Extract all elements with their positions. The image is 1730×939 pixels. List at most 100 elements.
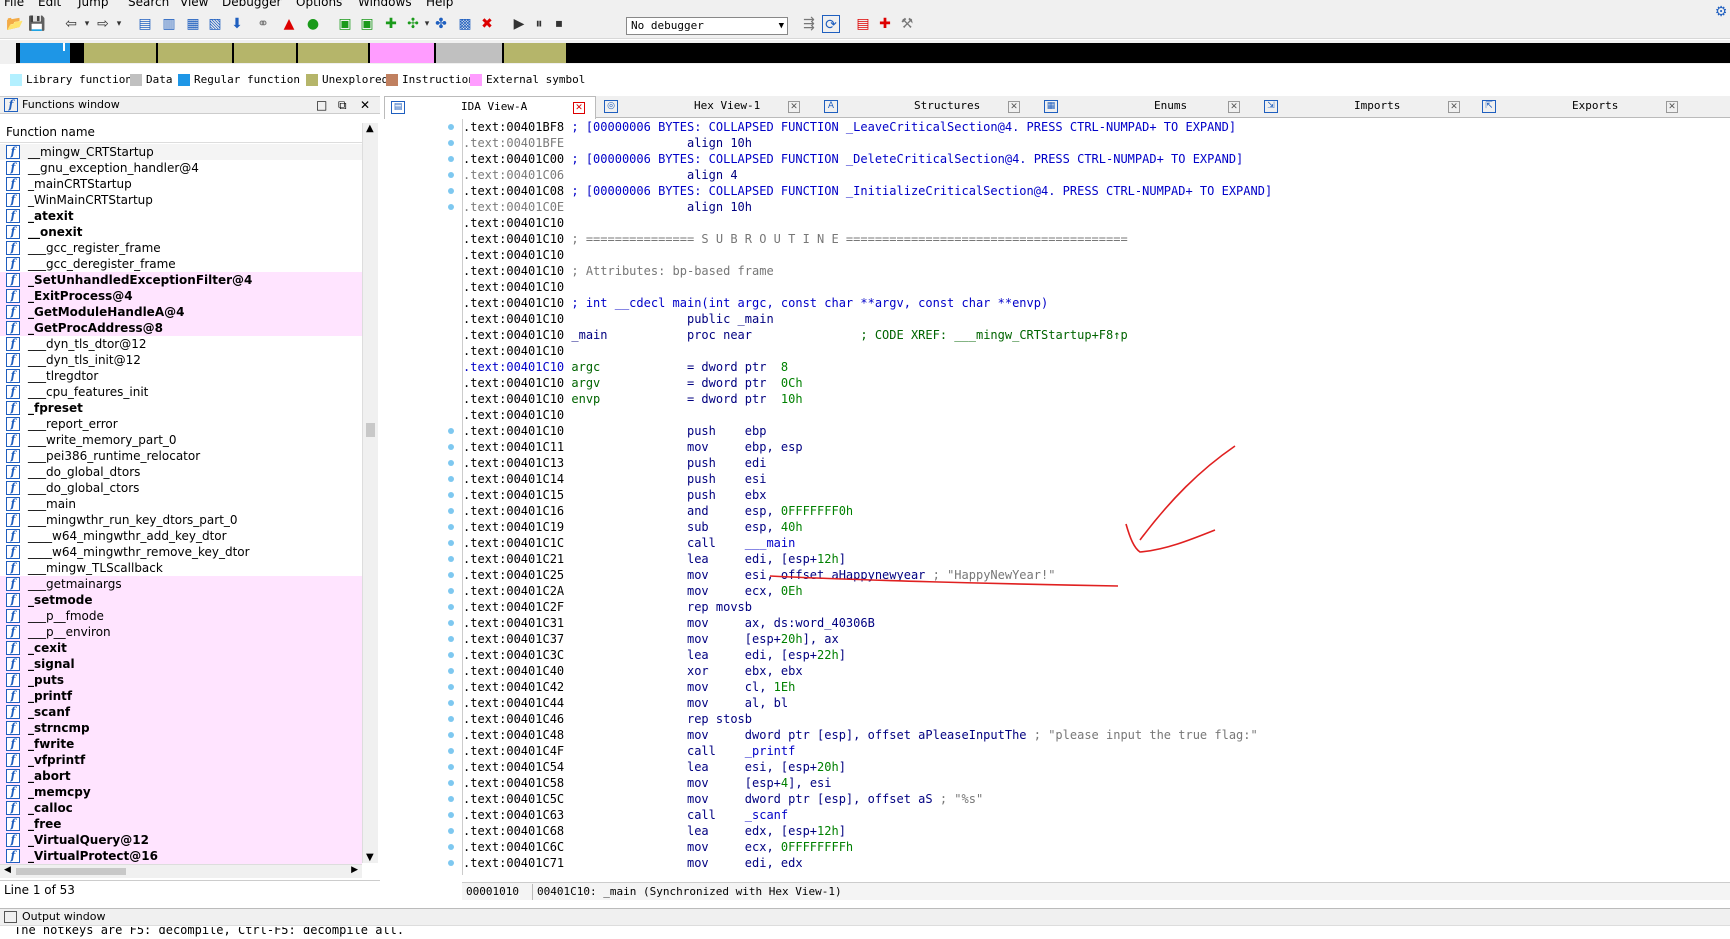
script-icon[interactable]: ▩ bbox=[456, 15, 474, 33]
close-icon[interactable]: ✕ bbox=[1666, 101, 1678, 113]
listing-line[interactable]: .text:00401C1C call ___main bbox=[463, 535, 1730, 551]
run-icon[interactable]: ● bbox=[304, 15, 322, 33]
listing-line[interactable]: .text:00401C10 ; int __cdecl main(int ar… bbox=[463, 295, 1730, 311]
menu-edit[interactable]: Edit bbox=[38, 0, 61, 9]
function-list-item[interactable]: f ___do_global_dtors bbox=[0, 464, 362, 480]
listing-line[interactable]: .text:00401BFE align 10h bbox=[463, 135, 1730, 151]
menu-jump[interactable]: Jump bbox=[78, 0, 108, 9]
navigation-cursor[interactable] bbox=[63, 43, 65, 51]
menu-windows[interactable]: Windows bbox=[358, 0, 412, 9]
function-list-item[interactable]: f _atexit bbox=[0, 208, 362, 224]
listing-line[interactable]: .text:00401C14 push esi bbox=[463, 471, 1730, 487]
open-folder-icon[interactable]: 📂 bbox=[6, 15, 24, 33]
listing-line[interactable]: .text:00401C6C mov ecx, 0FFFFFFFFh bbox=[463, 839, 1730, 855]
function-list-item[interactable]: f ___write_memory_part_0 bbox=[0, 432, 362, 448]
scroll-thumb[interactable] bbox=[16, 868, 126, 875]
listing-line[interactable]: .text:00401C68 lea edx, [esp+12h] bbox=[463, 823, 1730, 839]
listing-line[interactable]: .text:00401C10 argc = dword ptr 8 bbox=[463, 359, 1730, 375]
listing-line[interactable]: .text:00401C15 push ebx bbox=[463, 487, 1730, 503]
listing-line[interactable]: .text:00401C06 align 4 bbox=[463, 167, 1730, 183]
close-icon[interactable]: ✕ bbox=[788, 101, 800, 113]
sync-icon[interactable]: ⟳ bbox=[822, 15, 840, 33]
jump-down-icon[interactable]: ⬇ bbox=[228, 15, 246, 33]
close-icon[interactable]: ✕ bbox=[1228, 101, 1240, 113]
function-list-item[interactable]: f _ExitProcess@4 bbox=[0, 288, 362, 304]
navigation-band[interactable] bbox=[0, 40, 1730, 64]
function-list-item[interactable]: f _mainCRTStartup bbox=[0, 176, 362, 192]
plugin-icon[interactable]: ✤ bbox=[432, 15, 450, 33]
function-list-item[interactable]: f ___p__environ bbox=[0, 624, 362, 640]
listing-line[interactable]: .text:00401C25 mov esi, offset aHappynew… bbox=[463, 567, 1730, 583]
scroll-thumb[interactable] bbox=[366, 423, 375, 437]
graph-view-icon[interactable]: ▲ bbox=[280, 15, 298, 33]
listing-line[interactable]: .text:00401C08 ; [00000006 BYTES: COLLAP… bbox=[463, 183, 1730, 199]
function-list-item[interactable]: f ____w64_mingwthr_remove_key_dtor bbox=[0, 544, 362, 560]
function-list-item[interactable]: f __onexit bbox=[0, 224, 362, 240]
listing-line[interactable]: .text:00401BF8 ; [00000006 BYTES: COLLAP… bbox=[463, 119, 1730, 135]
function-list-item[interactable]: f ___mingwthr_run_key_dtors_part_0 bbox=[0, 512, 362, 528]
disassembly-listing[interactable]: .text:00401BF8 ; [00000006 BYTES: COLLAP… bbox=[462, 119, 1730, 875]
scroll-right-icon[interactable]: ▶ bbox=[351, 865, 358, 875]
listing-line[interactable]: .text:00401C10 bbox=[463, 407, 1730, 423]
function-list-item[interactable]: f ___pei386_runtime_relocator bbox=[0, 448, 362, 464]
listing-line[interactable]: .text:00401C10 envp = dword ptr 10h bbox=[463, 391, 1730, 407]
edit-function-icon[interactable]: ▣ bbox=[358, 15, 376, 33]
function-list-item[interactable]: f ___getmainargs bbox=[0, 576, 362, 592]
listing-line[interactable]: .text:00401C44 mov al, bl bbox=[463, 695, 1730, 711]
listing-line[interactable]: .text:00401C3C lea edi, [esp+22h] bbox=[463, 647, 1730, 663]
tab-hex-view-1[interactable]: ◎ Hex View-1 ✕ bbox=[598, 96, 810, 118]
function-list-item[interactable]: f ___mingw_TLScallback bbox=[0, 560, 362, 576]
function-list-item[interactable]: f __gnu_exception_handler@4 bbox=[0, 160, 362, 176]
listing-line[interactable]: .text:00401C63 call _scanf bbox=[463, 807, 1730, 823]
navigation-segment[interactable] bbox=[370, 43, 434, 63]
listing-line[interactable]: .text:00401C10 bbox=[463, 343, 1730, 359]
function-list-item[interactable]: f ___report_error bbox=[0, 416, 362, 432]
navigation-segment[interactable] bbox=[84, 43, 156, 63]
save-icon[interactable]: 💾 bbox=[28, 15, 46, 33]
function-list-item[interactable]: f _signal bbox=[0, 656, 362, 672]
function-list-item[interactable]: f _calloc bbox=[0, 800, 362, 816]
function-list-item[interactable]: f ___do_global_ctors bbox=[0, 480, 362, 496]
float-icon[interactable]: ⧉ bbox=[338, 97, 347, 113]
listing-line[interactable]: .text:00401C19 sub esp, 40h bbox=[463, 519, 1730, 535]
listing-line[interactable]: .text:00401C10 bbox=[463, 215, 1730, 231]
listing-line[interactable]: .text:00401C2A mov ecx, 0Eh bbox=[463, 583, 1730, 599]
listing-line[interactable]: .text:00401C54 lea esi, [esp+20h] bbox=[463, 759, 1730, 775]
function-list-item[interactable]: f _memcpy bbox=[0, 784, 362, 800]
function-list-item[interactable]: f ___dyn_tls_init@12 bbox=[0, 352, 362, 368]
listing-line[interactable]: .text:00401C5C mov dword ptr [esp], offs… bbox=[463, 791, 1730, 807]
function-list-item[interactable]: f _setmode bbox=[0, 592, 362, 608]
menu-file[interactable]: File bbox=[4, 0, 24, 9]
navigation-strip[interactable] bbox=[16, 43, 1730, 63]
debugger-select[interactable]: No debugger ▼ bbox=[626, 17, 788, 35]
listing-line[interactable]: .text:00401C21 lea edi, [esp+12h] bbox=[463, 551, 1730, 567]
menu-debugger[interactable]: Debugger bbox=[222, 0, 281, 9]
listing-line[interactable]: .text:00401C10 argv = dword ptr 0Ch bbox=[463, 375, 1730, 391]
search-next-icon[interactable]: ▧ bbox=[206, 15, 224, 33]
listing-line[interactable]: .text:00401C10 ; Attributes: bp-based fr… bbox=[463, 263, 1730, 279]
forward-dropdown-icon[interactable]: ▾ bbox=[110, 15, 128, 33]
menu-search[interactable]: Search bbox=[128, 0, 169, 9]
listing-line[interactable]: .text:00401C10 bbox=[463, 279, 1730, 295]
text-search-icon[interactable]: ▥ bbox=[160, 15, 178, 33]
navigation-segment[interactable] bbox=[234, 43, 296, 63]
function-list-item[interactable]: f _printf bbox=[0, 688, 362, 704]
listing-line[interactable]: .text:00401C37 mov [esp+20h], ax bbox=[463, 631, 1730, 647]
pause-icon[interactable]: ⏸ bbox=[530, 15, 548, 33]
listing-line[interactable]: .text:00401C46 rep stosb bbox=[463, 711, 1730, 727]
function-list-item[interactable]: f ___gcc_deregister_frame bbox=[0, 256, 362, 272]
function-list-item[interactable]: f ___p__fmode bbox=[0, 608, 362, 624]
listing-line[interactable]: .text:00401C10 public _main bbox=[463, 311, 1730, 327]
function-list-item[interactable]: f ___dyn_tls_dtor@12 bbox=[0, 336, 362, 352]
tab-imports[interactable]: ⇲ Imports ✕ bbox=[1258, 96, 1470, 118]
function-list-item[interactable]: f ___tlregdtor bbox=[0, 368, 362, 384]
scroll-down-icon[interactable]: ▼ bbox=[366, 852, 374, 863]
navigation-segment[interactable] bbox=[158, 43, 232, 63]
create-function-icon[interactable]: ▣ bbox=[336, 15, 354, 33]
scroll-up-icon[interactable]: ▲ bbox=[366, 123, 374, 134]
restore-icon[interactable]: □ bbox=[316, 97, 327, 113]
function-list-item[interactable]: f _fwrite bbox=[0, 736, 362, 752]
function-list-item[interactable]: f __mingw_CRTStartup bbox=[0, 144, 362, 160]
listing-line[interactable]: .text:00401C10 bbox=[463, 247, 1730, 263]
function-list-item[interactable]: f _free bbox=[0, 816, 362, 832]
